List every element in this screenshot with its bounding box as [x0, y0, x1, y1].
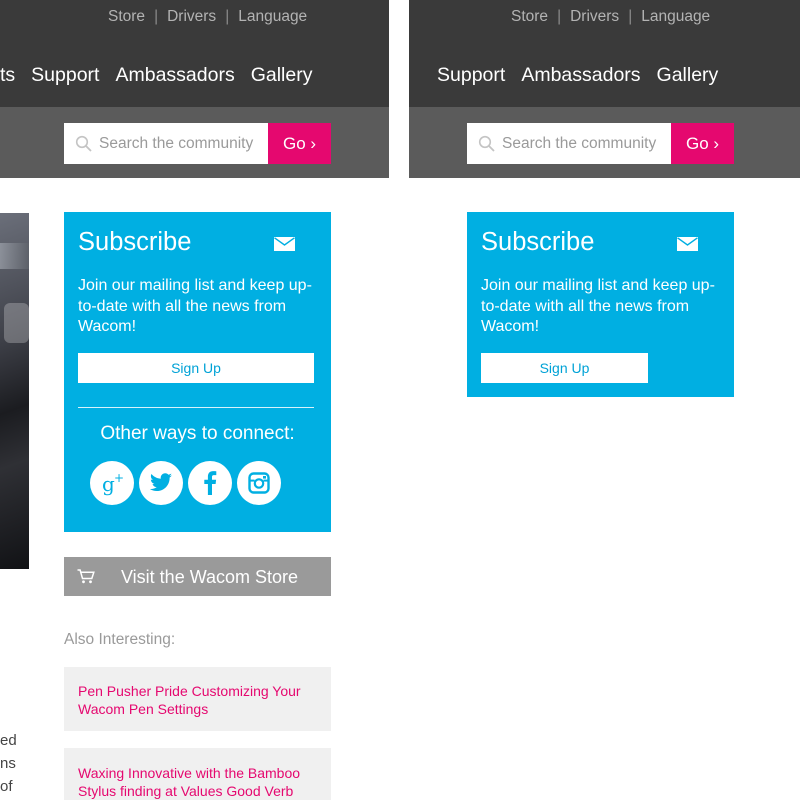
- narrow-layout-panel: Store | Drivers | Language Support Ambassador…: [409, 0, 800, 800]
- subscribe-box: Subscribe Join our mailing list and keep…: [467, 212, 734, 397]
- divider: |: [628, 8, 633, 25]
- related-article-card: Pen Pusher Pride Customizing Your Wacom …: [64, 667, 331, 731]
- subscribe-text: Join our mailing list and keep up-to-dat…: [481, 277, 715, 335]
- nav-item-ambassadors[interactable]: Ambassadors: [115, 64, 234, 87]
- visit-store-button[interactable]: Visit the Wacom Store: [64, 557, 331, 596]
- nav-item-gallery[interactable]: Gallery: [657, 64, 719, 87]
- drivers-link[interactable]: Drivers: [570, 8, 619, 26]
- go-button[interactable]: Go ›: [671, 123, 734, 164]
- facebook-icon[interactable]: [188, 461, 232, 505]
- divider: [78, 407, 314, 408]
- search-bar: Go ›: [409, 107, 800, 178]
- subscribe-title: Subscribe: [481, 228, 595, 256]
- divider: |: [557, 8, 562, 25]
- search-field: [64, 123, 268, 164]
- google-plus-icon[interactable]: g +: [90, 461, 134, 505]
- header-bar: Store | Drivers | Language Support Ambassador…: [409, 0, 800, 107]
- go-button[interactable]: Go ›: [268, 123, 331, 164]
- article-text-fragment: ed: [0, 732, 17, 749]
- also-interesting-heading: Also Interesting:: [64, 631, 176, 648]
- wide-layout-panel: Store | Drivers | Language ts Support Ambassad…: [0, 0, 389, 800]
- search-input[interactable]: [467, 123, 671, 164]
- article-hero-image: [0, 213, 29, 569]
- mail-icon: [274, 237, 295, 251]
- utility-links: Store | Drivers | Language: [511, 8, 710, 26]
- twitter-icon[interactable]: [139, 461, 183, 505]
- store-link[interactable]: Store: [108, 8, 145, 26]
- drivers-link[interactable]: Drivers: [167, 8, 216, 26]
- sign-up-button[interactable]: Sign Up: [481, 353, 648, 383]
- cart-icon: [77, 569, 95, 584]
- search-field: [467, 123, 671, 164]
- search-bar: Go ›: [0, 107, 389, 178]
- search-box: Go ›: [64, 123, 331, 164]
- sign-up-button[interactable]: Sign Up: [78, 353, 314, 383]
- nav-item-support[interactable]: Support: [31, 64, 99, 87]
- divider: |: [225, 8, 230, 25]
- nav-item-ambassadors[interactable]: Ambassadors: [521, 64, 640, 87]
- search-icon: [478, 135, 495, 152]
- divider: |: [154, 8, 159, 25]
- nav-item-truncated[interactable]: ts: [0, 64, 15, 87]
- language-link[interactable]: Language: [641, 8, 710, 26]
- utility-links: Store | Drivers | Language: [108, 8, 307, 26]
- article-text-fragment: ns: [0, 755, 16, 772]
- nav-item-gallery[interactable]: Gallery: [251, 64, 313, 87]
- subscribe-title: Subscribe: [78, 228, 192, 256]
- nav-item-support[interactable]: Support: [437, 64, 505, 87]
- mail-icon: [677, 237, 698, 251]
- header-bar: Store | Drivers | Language ts Support Ambassad…: [0, 0, 389, 107]
- article-text-fragment: of: [0, 778, 13, 795]
- search-input[interactable]: [64, 123, 268, 164]
- store-link[interactable]: Store: [511, 8, 548, 26]
- search-icon: [75, 135, 92, 152]
- main-nav: ts Support Ambassadors Gallery: [0, 64, 328, 87]
- svg-text:+: +: [114, 471, 124, 485]
- subscribe-box: Subscribe Join our mailing list and keep…: [64, 212, 331, 532]
- connect-heading: Other ways to connect:: [100, 423, 295, 444]
- instagram-icon[interactable]: [237, 461, 281, 505]
- related-article-link[interactable]: Waxing Innovative with the Bamboo Stylus…: [78, 764, 317, 800]
- related-article-link[interactable]: Pen Pusher Pride Customizing Your Wacom …: [78, 682, 317, 718]
- visit-store-label: Visit the Wacom Store: [121, 567, 299, 587]
- main-nav: Support Ambassadors Gallery: [437, 64, 734, 87]
- subscribe-text: Join our mailing list and keep up-to-dat…: [78, 277, 312, 335]
- language-link[interactable]: Language: [238, 8, 307, 26]
- related-article-card: Waxing Innovative with the Bamboo Stylus…: [64, 748, 331, 800]
- search-box: Go ›: [467, 123, 734, 164]
